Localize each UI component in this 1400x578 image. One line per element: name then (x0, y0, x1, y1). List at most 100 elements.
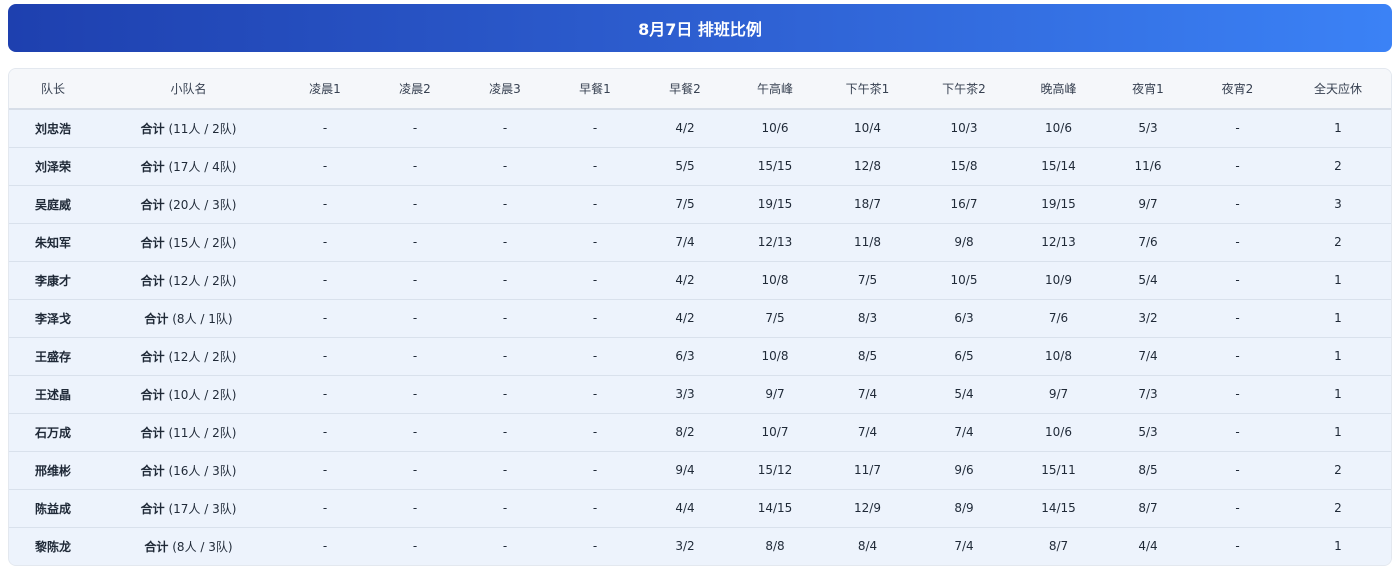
ratio-cell: 1 (1283, 413, 1391, 452)
ratio-cell: 10/6 (1013, 109, 1104, 148)
ratio-cell: 10/6 (1013, 413, 1104, 452)
column-header: 队长 (9, 69, 97, 110)
ratio-cell: 3/3 (640, 375, 730, 414)
ratio-cell: - (550, 261, 640, 300)
ratio-cell: 14/15 (1013, 489, 1104, 528)
team-cell: 合计 (20人 / 3队) (97, 185, 280, 224)
ratio-cell: - (1192, 223, 1283, 262)
ratio-cell: - (280, 337, 370, 376)
column-header: 下午茶1 (820, 69, 915, 110)
ratio-cell: 3/2 (1104, 299, 1192, 338)
ratio-cell: - (370, 489, 460, 528)
ratio-cell: 10/8 (1013, 337, 1104, 376)
ratio-cell: 9/7 (1013, 375, 1104, 414)
team-count: (11人 / 2队) (164, 425, 237, 440)
column-header: 全天应休 (1283, 69, 1391, 110)
team-count: (8人 / 1队) (168, 311, 233, 326)
leader-cell: 邢维彬 (9, 451, 97, 490)
ratio-cell: - (1192, 413, 1283, 452)
team-count: (10人 / 2队) (164, 387, 237, 402)
team-count: (15人 / 2队) (164, 235, 237, 250)
team-cell: 合计 (12人 / 2队) (97, 337, 280, 376)
team-count: (11人 / 2队) (164, 121, 237, 136)
ratio-cell: 7/4 (640, 223, 730, 262)
column-header: 凌晨1 (280, 69, 370, 110)
ratio-cell: 8/5 (820, 337, 915, 376)
team-count: (17人 / 4队) (164, 159, 237, 174)
ratio-cell: 5/3 (1104, 109, 1192, 148)
table-body: 刘忠浩 合计 (11人 / 2队) - - - -4/2 10/6 10/4 10/3 10/6 5… (9, 109, 1391, 565)
ratio-cell: 7/6 (1104, 223, 1192, 262)
ratio-cell: 1 (1283, 299, 1391, 338)
team-total-label: 合计 (140, 159, 165, 174)
ratio-cell: - (280, 451, 370, 490)
team-count: (8人 / 3队) (168, 539, 233, 554)
team-total-label: 合计 (140, 273, 165, 288)
ratio-cell: - (550, 147, 640, 186)
ratio-cell: - (550, 413, 640, 452)
ratio-cell: 8/7 (1048, 539, 1069, 554)
table-row: 黎陈龙 合计 (8人 / 3队) - - - - 3/2 8/8 8/4 7/4 8/7 4/4 - 1 (9, 527, 1391, 565)
ratio-cell: 19/15 (1013, 185, 1104, 224)
ratio-cell: 9/7 (730, 375, 820, 414)
column-header: 下午茶2 (915, 69, 1013, 110)
ratio-cell: - (370, 261, 460, 300)
ratio-cell: - (460, 299, 550, 338)
ratio-cell: - (460, 223, 550, 262)
schedule-table-card: 队长 小队名 凌晨1 凌晨2 凌晨3 早餐1 早餐2 午高峰 下午茶1 下午茶2 晚高峰 夜宵1 夜宵2… (8, 68, 1392, 566)
ratio-cell: 5/3 (1104, 413, 1192, 452)
ratio-cell: 8/9 (915, 489, 1013, 528)
ratio-cell: - (460, 489, 550, 528)
ratio-cell: - (1192, 109, 1283, 148)
team-cell: 合计 (11人 / 2队) (97, 109, 280, 148)
ratio-cell: 6/5 (915, 337, 1013, 376)
team-total-label: 合计 (140, 235, 165, 250)
table-row: 吴庭威 合计 (20人 / 3队) - - - -7/5 19/15 18/7 16/7 19/1… (9, 185, 1391, 224)
ratio-cell: 4/2 (640, 261, 730, 300)
table-row: 朱知军 合计 (15人 / 2队) - - - -7/4 12/13 11/8 9/8 12/13… (9, 223, 1391, 262)
ratio-cell: - (370, 299, 460, 338)
ratio-cell: 6/3 (640, 337, 730, 376)
ratio-cell: 1 (1283, 109, 1391, 148)
ratio-cell: - (1192, 375, 1283, 414)
ratio-cell: 8/4 (857, 539, 878, 554)
ratio-cell: 1 (1283, 337, 1391, 376)
ratio-cell: 7/4 (915, 413, 1013, 452)
ratio-cell: - (550, 299, 640, 338)
ratio-cell: 12/9 (820, 489, 915, 528)
ratio-cell: - (550, 109, 640, 148)
ratio-cell: - (460, 261, 550, 300)
team-cell: 合计 (8人 / 1队) (97, 299, 280, 338)
ratio-cell: 8/7 (1104, 489, 1192, 528)
leader-cell: 李康才 (9, 261, 97, 300)
table-row: 陈益成 合计 (17人 / 3队) - - - -4/4 14/15 12/9 8/9 14/15… (9, 489, 1391, 528)
ratio-cell: 9/7 (1104, 185, 1192, 224)
column-header: 晚高峰 (1013, 69, 1104, 110)
ratio-cell: - (412, 539, 418, 554)
ratio-cell: - (280, 489, 370, 528)
ratio-cell: - (370, 337, 460, 376)
team-cell: 合计 (8人 / 3队) (97, 527, 280, 565)
ratio-cell: - (1192, 185, 1283, 224)
ratio-cell: - (460, 147, 550, 186)
ratio-cell: 10/3 (915, 109, 1013, 148)
table-row: 邢维彬 合计 (16人 / 3队) - - - -9/4 15/12 11/7 9/6 15/11… (9, 451, 1391, 490)
ratio-cell: - (280, 109, 370, 148)
ratio-cell: - (460, 375, 550, 414)
ratio-cell: - (370, 185, 460, 224)
ratio-cell: - (280, 223, 370, 262)
team-count: (12人 / 2队) (164, 273, 237, 288)
ratio-cell: - (280, 185, 370, 224)
team-total-label: 合计 (140, 425, 165, 440)
ratio-cell: 14/15 (730, 489, 820, 528)
column-header: 小队名 (97, 69, 280, 110)
ratio-cell: 15/11 (1013, 451, 1104, 490)
ratio-cell: 12/8 (820, 147, 915, 186)
column-header: 夜宵2 (1192, 69, 1283, 110)
ratio-cell: - (280, 413, 370, 452)
ratio-cell: 10/8 (730, 337, 820, 376)
page-title: 8月7日 排班比例 (638, 20, 762, 39)
ratio-cell: 7/5 (640, 185, 730, 224)
ratio-cell: 7/4 (820, 413, 915, 452)
ratio-cell: 11/8 (820, 223, 915, 262)
